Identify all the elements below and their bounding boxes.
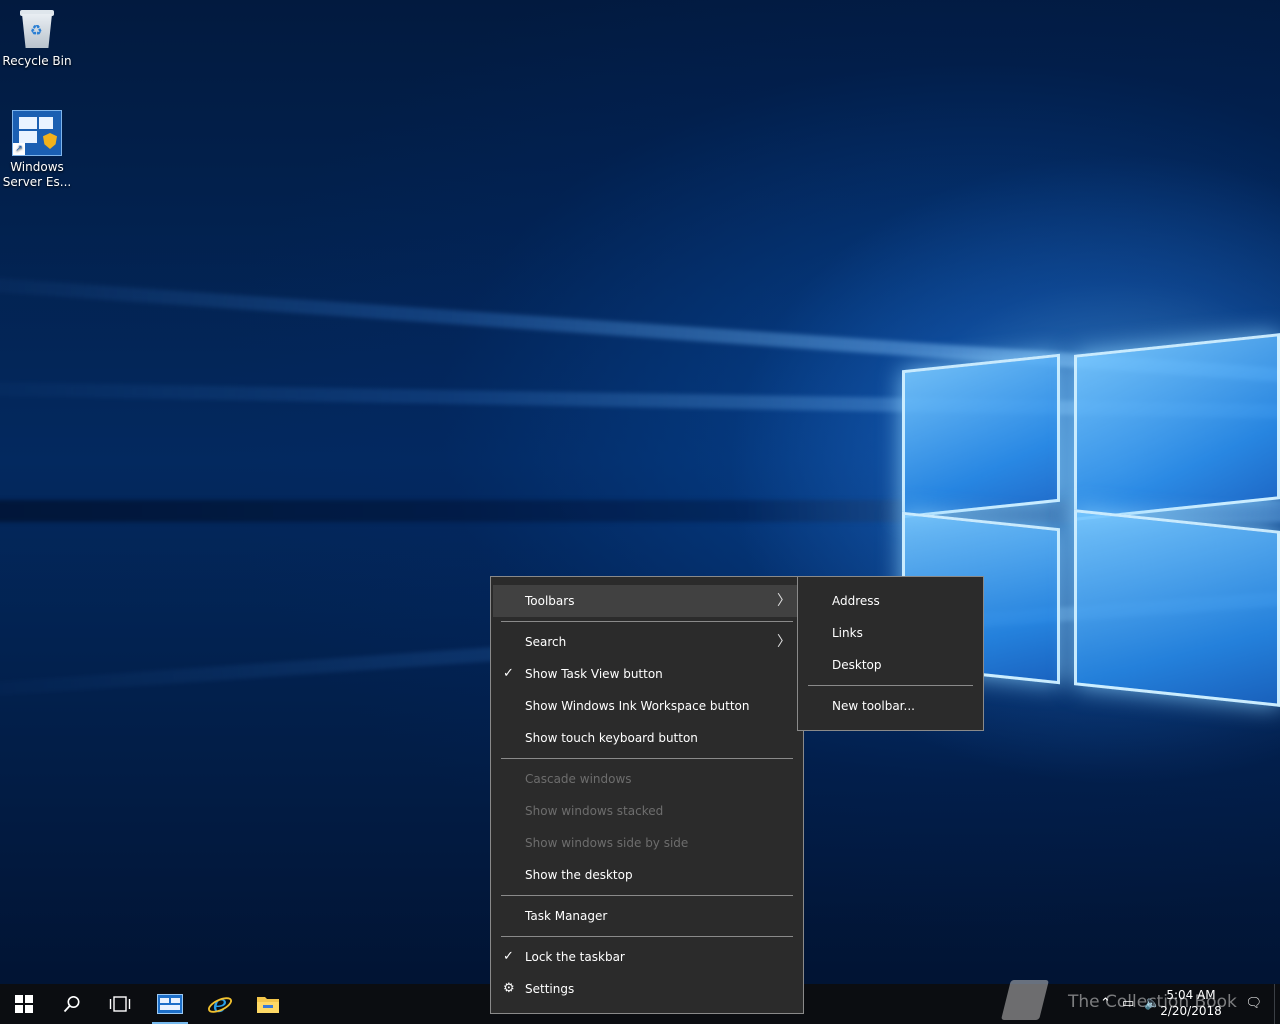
wallpaper-logo-pane (1074, 509, 1280, 707)
action-center-icon[interactable]: 🗨 (1245, 996, 1262, 1011)
menu-item-toolbars-label: Toolbars (525, 594, 575, 608)
menu-separator (501, 621, 793, 622)
recycle-bin-shortcut[interactable]: ♻ Recycle Bin (1, 8, 73, 69)
system-tray: ⌃ ▭ 🔈 5:04 AM 2/20/2018 🗨 (1080, 984, 1280, 1024)
menu-item-task-manager-label: Task Manager (525, 909, 608, 923)
checkmark-icon: ✓ (503, 666, 514, 681)
menu-item-toolbars[interactable]: Toolbars 〉 (493, 585, 801, 617)
shortcut-arrow-icon: ↗ (13, 143, 25, 155)
search-icon (63, 996, 80, 1013)
submenu-item-address-label: Address (832, 594, 880, 608)
menu-item-search-label: Search (525, 635, 567, 649)
menu-item-show-side-by-side: Show windows side by side (493, 827, 801, 859)
file-explorer-icon (257, 997, 279, 1013)
gear-icon: ⚙ (503, 981, 515, 996)
menu-item-show-stacked: Show windows stacked (493, 795, 801, 827)
menu-item-show-task-view[interactable]: ✓ Show Task View button (493, 658, 801, 690)
menu-item-cascade-windows: Cascade windows (493, 763, 801, 795)
menu-item-show-task-view-label: Show Task View button (525, 667, 663, 681)
chevron-right-icon: 〉 (777, 593, 791, 609)
internet-explorer-button[interactable]: e (196, 984, 244, 1024)
submenu-item-new-toolbar-label: New toolbar... (832, 699, 915, 713)
menu-item-lock-taskbar[interactable]: ✓ Lock the taskbar (493, 941, 801, 973)
windows-server-essentials-shortcut[interactable]: ↗ Windows Server Es... (1, 110, 73, 190)
file-explorer-button[interactable] (244, 984, 292, 1024)
submenu-item-links[interactable]: Links (800, 617, 981, 649)
start-button[interactable] (0, 984, 48, 1024)
menu-item-settings[interactable]: ⚙ Settings (493, 973, 801, 1005)
server-manager-icon (157, 994, 183, 1014)
menu-item-settings-label: Settings (525, 982, 575, 996)
wallpaper-logo-pane (902, 353, 1060, 519)
menu-separator (501, 936, 793, 937)
wallpaper-logo-pane (1074, 333, 1280, 521)
task-view-button[interactable] (96, 984, 144, 1024)
windows-server-essentials-label-line1: Windows (10, 160, 64, 174)
recycle-bin-icon: ♻ (18, 8, 56, 50)
windows-server-essentials-icon: ↗ (12, 110, 62, 156)
clock[interactable]: 5:04 AM 2/20/2018 (1160, 987, 1222, 1019)
svg-text:e: e (213, 991, 227, 1017)
menu-item-show-touch-keyboard[interactable]: Show touch keyboard button (493, 722, 801, 754)
menu-separator (808, 685, 973, 686)
checkmark-icon: ✓ (503, 949, 514, 964)
menu-separator (501, 895, 793, 896)
internet-explorer-icon: e (208, 991, 232, 1017)
network-icon[interactable]: ▭ (1122, 996, 1134, 1011)
menu-item-show-desktop-label: Show the desktop (525, 868, 633, 882)
submenu-item-desktop[interactable]: Desktop (800, 649, 981, 681)
menu-item-show-desktop[interactable]: Show the desktop (493, 859, 801, 891)
windows-server-essentials-label-line2: Server Es... (2, 175, 72, 189)
search-button[interactable] (48, 984, 96, 1024)
taskbar-context-menu: Toolbars 〉 Search 〉 ✓ Show Task View but… (490, 576, 804, 1014)
clock-date: 2/20/2018 (1160, 1004, 1222, 1018)
submenu-item-address[interactable]: Address (800, 585, 981, 617)
toolbars-submenu: Address Links Desktop New toolbar... (797, 576, 984, 731)
menu-separator (501, 758, 793, 759)
book-icon (1001, 980, 1049, 1020)
menu-item-show-side-by-side-label: Show windows side by side (525, 836, 689, 850)
submenu-item-links-label: Links (832, 626, 863, 640)
recycle-bin-label: Recycle Bin (2, 54, 72, 68)
menu-item-lock-taskbar-label: Lock the taskbar (525, 950, 625, 964)
task-view-icon (109, 996, 131, 1012)
clock-time: 5:04 AM (1166, 988, 1216, 1002)
start-icon (15, 995, 33, 1013)
menu-item-show-ink-workspace[interactable]: Show Windows Ink Workspace button (493, 690, 801, 722)
menu-item-cascade-windows-label: Cascade windows (525, 772, 632, 786)
submenu-item-new-toolbar[interactable]: New toolbar... (800, 690, 981, 722)
menu-item-show-stacked-label: Show windows stacked (525, 804, 664, 818)
menu-item-task-manager[interactable]: Task Manager (493, 900, 801, 932)
server-manager-button[interactable] (146, 984, 194, 1024)
menu-item-search[interactable]: Search 〉 (493, 626, 801, 658)
menu-item-show-touch-keyboard-label: Show touch keyboard button (525, 731, 698, 745)
chevron-right-icon: 〉 (777, 634, 791, 650)
show-desktop-button[interactable] (1274, 984, 1280, 1024)
submenu-item-desktop-label: Desktop (832, 658, 882, 672)
volume-muted-icon[interactable]: 🔈 (1144, 996, 1160, 1011)
show-hidden-icons-chevron-icon[interactable]: ⌃ (1100, 996, 1111, 1011)
menu-item-show-ink-workspace-label: Show Windows Ink Workspace button (525, 699, 750, 713)
